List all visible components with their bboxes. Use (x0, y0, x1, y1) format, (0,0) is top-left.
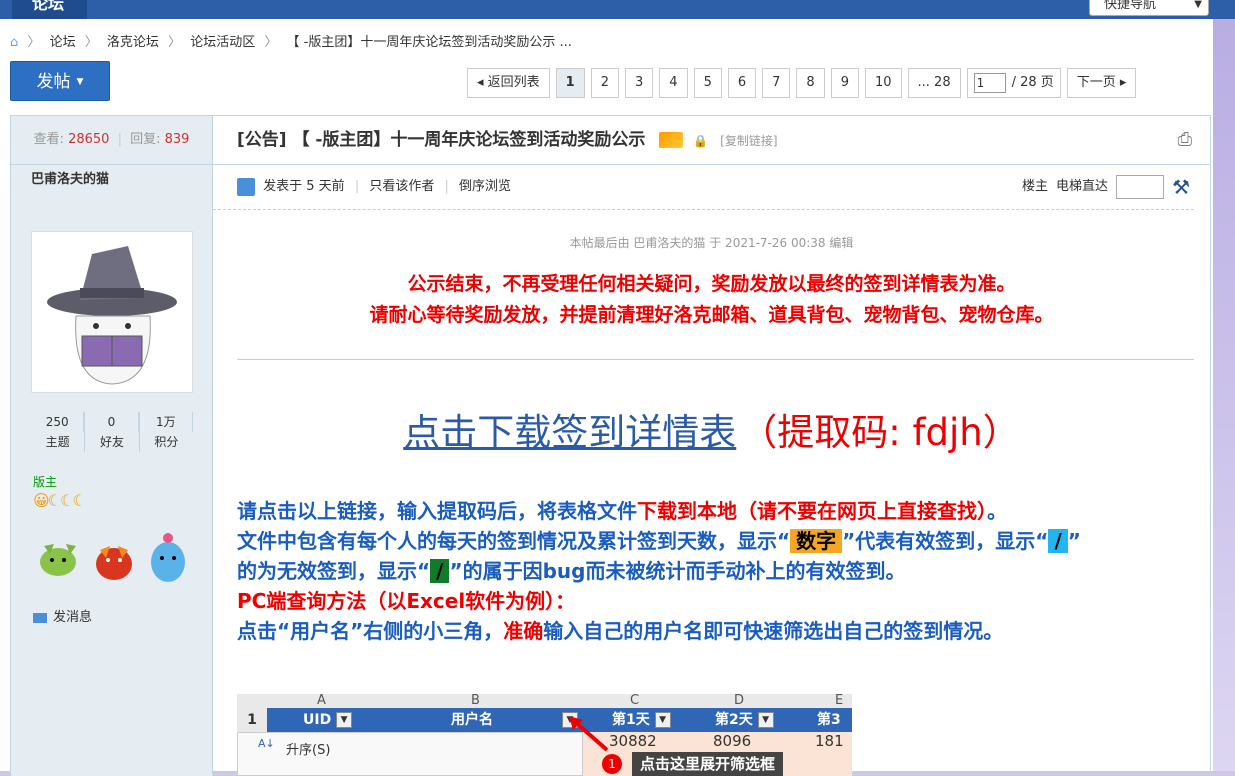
reverse-order-link[interactable]: 倒序浏览 (459, 179, 511, 194)
green-pet-icon (40, 544, 76, 576)
page-total: / 28 页 (1011, 75, 1054, 90)
page-jump: 1 / 28 页 (966, 68, 1061, 98)
instruction-line: 点击“用户名”右侧的小三角，准确输入自己的用户名即可快速筛选出自己的签到情况。 (237, 619, 1004, 643)
wrench-icon[interactable]: ⚒ (1172, 165, 1190, 209)
download-link[interactable]: 点击下载签到详情表 (403, 411, 736, 454)
sort-menu: A↓ 升序(S) (237, 732, 583, 776)
page-content: ⌂ 〉 论坛 〉 洛克论坛 〉 论坛活动区 〉 【 -版主团】十一周年庆论坛签到… (0, 19, 1213, 776)
page-link[interactable]: 5 (693, 68, 722, 98)
post-main: [公告] 【 -版主团】十一周年庆论坛签到活动奖励公示 🔒 [复制链接] ⎙ 发… (213, 116, 1210, 776)
quick-nav-button[interactable]: 快捷导航 ▼ (1089, 0, 1209, 16)
hot-badge-icon (659, 132, 684, 148)
arrow-icon (569, 716, 609, 752)
stat-threads[interactable]: 250 主题 (31, 412, 86, 452)
instruction-line: 的为无效签到，显示“ / ”的属于因bug而未被统计而手动补上的有效签到。 (237, 559, 906, 583)
chevron-down-icon: ▼ (1194, 0, 1202, 10)
page-link[interactable]: 7 (762, 68, 791, 98)
page-link[interactable]: 6 (727, 68, 757, 98)
elevator-label: 电梯直达 (1056, 179, 1109, 194)
pagination: ◂ 返回列表 1 2 3 4 5 6 7 8 9 10 ... 28 1 / 2… (467, 68, 1137, 98)
breadcrumb-item-activity[interactable]: 论坛活动区 (190, 35, 255, 50)
instruction-line: PC端查询方法（以Excel软件为例）： (237, 589, 576, 613)
page-link[interactable]: 4 (659, 68, 688, 98)
thread-title-bar: [公告] 【 -版主团】十一周年庆论坛签到活动奖励公示 🔒 [复制链接] ⎙ (213, 116, 1210, 165)
back-to-list-button[interactable]: ◂ 返回列表 (467, 68, 550, 98)
sort-asc-icon: A↓ (258, 737, 275, 750)
copy-link[interactable]: [复制链接] (720, 134, 777, 148)
tooltip: 点击这里展开筛选框 (632, 752, 784, 776)
breadcrumb-item-thread[interactable]: 【 -版主团】十一周年庆论坛签到活动奖励公示 ... (287, 35, 572, 50)
filter-dropdown-icon[interactable]: ▼ (757, 712, 774, 728)
send-message-link[interactable]: 发消息 (33, 606, 92, 625)
thread-title: [公告] 【 -版主团】十一周年庆论坛签到活动奖励公示 (237, 130, 646, 150)
notice-text: 公示结束，不再受理任何相关疑问，奖励发放以最终的签到详情表为准。 请耐心等待奖励… (369, 273, 1054, 326)
reply-count: 839 (164, 132, 190, 147)
top-navbar: 论坛 快捷导航 ▼ (0, 0, 1235, 19)
excel-screenshot: A B C D E 1 UID ▼ 用户名 ▼ 第1天 ▼ 第2天 ▼ 第3 A… (237, 694, 852, 776)
thread-frame: 查看: 28650 | 回复: 839 巴甫洛夫的猫 250 主题 0 好友 1… (10, 115, 1211, 776)
page-link[interactable]: 10 (864, 68, 902, 98)
forum-logo[interactable]: 论坛 (12, 0, 87, 19)
new-post-label: 发帖 (36, 72, 71, 92)
header-day2: 第2天 ▼ (715, 708, 774, 732)
sheet-header-row: 1 UID ▼ 用户名 ▼ 第1天 ▼ 第2天 ▼ 第3 (237, 708, 852, 732)
lock-icon: 🔒 (693, 134, 709, 148)
breadcrumb-item-forum[interactable]: 论坛 (50, 35, 76, 50)
print-icon[interactable]: ⎙ (1178, 116, 1192, 164)
author-sidebar: 查看: 28650 | 回复: 839 巴甫洛夫的猫 250 主题 0 好友 1… (11, 116, 213, 776)
floor-tools: 楼主 电梯直达 ⚒ (1022, 165, 1190, 209)
background-right (1210, 0, 1235, 771)
new-post-button[interactable]: 发帖 ▼ (10, 61, 110, 101)
user-group[interactable]: 版主 (33, 473, 57, 490)
author-name[interactable]: 巴甫洛夫的猫 (11, 165, 212, 195)
floor-label: 楼主 (1022, 179, 1049, 194)
post-meta: 发表于 5 天前 | 只看该作者 | 倒序浏览 楼主 电梯直达 ⚒ (213, 165, 1194, 210)
breadcrumb-item-roco-forum[interactable]: 洛克论坛 (107, 35, 159, 50)
sheet-column-header: A B C D E (237, 694, 852, 708)
next-page-button[interactable]: 下一页 ▸ (1066, 68, 1137, 98)
avatar[interactable] (31, 231, 193, 393)
envelope-icon (33, 612, 47, 623)
header-username: 用户名 (451, 712, 493, 728)
filter-dropdown-icon[interactable]: ▼ (654, 712, 671, 728)
filter-dropdown-icon[interactable]: ▼ (336, 712, 353, 728)
breadcrumb: ⌂ 〉 论坛 〉 洛克论坛 〉 论坛活动区 〉 【 -版主团】十一周年庆论坛签到… (10, 35, 572, 50)
blue-pet-icon (151, 533, 185, 582)
online-status-icon (237, 177, 255, 196)
sort-ascending-item[interactable]: 升序(S) (286, 743, 330, 758)
header-uid: UID ▼ (303, 708, 353, 732)
step-number-badge: 1 (602, 754, 622, 774)
page-link[interactable]: 9 (830, 68, 859, 98)
stat-friends[interactable]: 0 好友 (85, 412, 140, 452)
instructions: 请点击以上链接，输入提取码后，将表格文件下载到本地（请不要在网页上直接查找）。 … (237, 496, 1210, 646)
caret-down-icon: ▼ (76, 77, 84, 87)
author-only-link[interactable]: 只看该作者 (369, 179, 434, 194)
author-stats: 250 主题 0 好友 1万 积分 (31, 412, 193, 452)
medal-pets (36, 526, 191, 586)
red-pet-icon (96, 546, 132, 580)
extraction-code: （提取码: fdjh） (740, 411, 1020, 454)
post-time: 发表于 5 天前 (263, 179, 345, 194)
header-day3: 第3 (817, 712, 841, 728)
page-jump-input[interactable]: 1 (973, 73, 1006, 93)
view-reply-count: 查看: 28650 | 回复: 839 (11, 116, 212, 165)
page-link[interactable]: 8 (796, 68, 825, 98)
level-medals-icon: 😀☾☾☾ (33, 491, 87, 510)
instruction-line: 文件中包含有每个人的每天的签到情况及累计签到天数，显示“ 数字 ”代表有效签到，显示… (237, 529, 1081, 553)
view-count: 28650 (68, 132, 110, 147)
floor-jump-input[interactable] (1116, 175, 1165, 199)
page-link[interactable]: 1 (555, 68, 585, 98)
home-icon[interactable]: ⌂ (10, 35, 18, 50)
page-link[interactable]: 3 (625, 68, 654, 98)
download-section: 点击下载签到详情表 （提取码: fdjh） (213, 402, 1210, 456)
stat-points[interactable]: 1万 积分 (140, 412, 193, 452)
edit-note: 本帖最后由 巴甫洛夫的猫 于 2021-7-26 00:38 编辑 (569, 236, 854, 250)
quick-nav-label: 快捷导航 (1104, 0, 1157, 12)
divider (237, 359, 1194, 360)
page-link-last[interactable]: ... 28 (907, 68, 961, 98)
instruction-line: 请点击以上链接，输入提取码后，将表格文件下载到本地（请不要在网页上直接查找）。 (237, 499, 1007, 523)
page-link[interactable]: 2 (590, 68, 619, 98)
